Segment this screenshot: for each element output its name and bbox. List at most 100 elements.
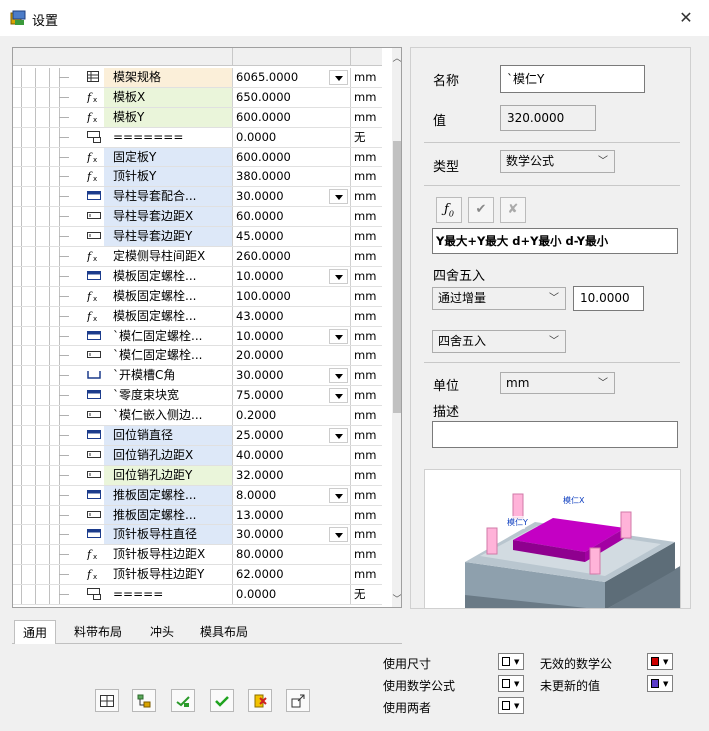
- row-dropdown-button[interactable]: [329, 487, 348, 503]
- table-row[interactable]: 回位销孔边距X 40.0000 mm: [13, 445, 382, 466]
- row-value[interactable]: 260.0000: [232, 247, 350, 266]
- row-value[interactable]: 650.0000: [232, 87, 350, 107]
- tab-strip-layout[interactable]: 料带布局: [66, 620, 130, 644]
- table-row[interactable]: `零度束块宽 75.0000 mm: [13, 386, 382, 407]
- table-row[interactable]: 回位销直径 25.0000 mm: [13, 426, 382, 446]
- row-value[interactable]: 600.0000: [232, 107, 350, 127]
- tree-connector: [13, 266, 71, 286]
- row-value[interactable]: 0.0000: [232, 585, 350, 605]
- row-dropdown-button[interactable]: [329, 368, 348, 384]
- table-row[interactable]: 导柱导套边距Y 45.0000 mm: [13, 227, 382, 248]
- row-value[interactable]: 32.0000: [232, 465, 350, 485]
- close-button[interactable]: ✕: [671, 4, 701, 32]
- unit-label: 单位: [433, 379, 460, 394]
- formula-icon: fx: [86, 547, 102, 562]
- table-row[interactable]: f x 顶针板导柱边距Y 62.0000 mm: [13, 565, 382, 586]
- row-value[interactable]: 43.0000: [232, 306, 350, 326]
- description-input[interactable]: [432, 421, 678, 448]
- row-unit: mm: [350, 565, 382, 585]
- row-dropdown-button[interactable]: [329, 527, 348, 543]
- row-dropdown-button[interactable]: [329, 428, 348, 444]
- tree-connector: [13, 545, 71, 565]
- row-unit: mm: [350, 286, 382, 306]
- tab-punch[interactable]: 冲头: [140, 620, 184, 644]
- row-value[interactable]: 13.0000: [232, 505, 350, 525]
- table-row[interactable]: 模板固定螺栓... 10.0000 mm: [13, 266, 382, 287]
- row-dropdown-button[interactable]: [329, 70, 348, 85]
- table-row[interactable]: ===== 0.0000 无: [13, 585, 382, 606]
- tab-general[interactable]: 通用: [14, 620, 56, 644]
- row-value[interactable]: 380.0000: [232, 167, 350, 187]
- row-value[interactable]: 40.0000: [232, 445, 350, 465]
- color-picker-not-updated[interactable]: ▼: [647, 675, 673, 692]
- table-row[interactable]: f x 顶针板导柱边距X 80.0000 mm: [13, 545, 382, 566]
- vertical-scrollbar[interactable]: ︿ ﹀: [392, 48, 401, 607]
- confirm-formula-button[interactable]: ✔: [468, 197, 494, 223]
- tree-button[interactable]: [132, 689, 156, 712]
- table-row[interactable]: 模架规格 6065.0000 mm: [13, 68, 382, 88]
- color-picker-formula[interactable]: ▼: [498, 675, 524, 692]
- row-value[interactable]: 100.0000: [232, 286, 350, 306]
- link-icon: [176, 696, 190, 707]
- table-row[interactable]: 推板固定螺栓... 8.0000 mm: [13, 485, 382, 506]
- scroll-down-icon[interactable]: ﹀: [392, 592, 401, 605]
- table-row[interactable]: `模仁固定螺栓... 10.0000 mm: [13, 326, 382, 347]
- row-value[interactable]: 600.0000: [232, 147, 350, 167]
- row-dropdown-button[interactable]: [329, 388, 348, 404]
- apply-button[interactable]: [210, 689, 234, 712]
- table-row[interactable]: 推板固定螺栓... 13.0000 mm: [13, 505, 382, 526]
- table-row[interactable]: `模仁嵌入侧边... 0.2000 mm: [13, 406, 382, 427]
- table-row[interactable]: f x 模板Y 600.0000 mm: [13, 107, 382, 128]
- row-name: 模板X: [104, 87, 232, 107]
- clear-formula-button[interactable]: ✘: [500, 197, 526, 223]
- table-row[interactable]: 顶针板导柱直径 30.0000 mm: [13, 525, 382, 546]
- separator-icon: [86, 587, 102, 602]
- row-value[interactable]: 60.0000: [232, 207, 350, 227]
- unit-select[interactable]: mm ﹀: [500, 372, 615, 394]
- rounding-increment-input[interactable]: 10.0000: [573, 286, 644, 311]
- link-button[interactable]: [171, 689, 195, 712]
- row-value[interactable]: 20.0000: [232, 346, 350, 366]
- table-row[interactable]: f x 模板固定螺栓... 43.0000 mm: [13, 306, 382, 327]
- row-dropdown-button[interactable]: [329, 328, 348, 344]
- tree-connector: [13, 187, 71, 207]
- scroll-thumb[interactable]: [393, 141, 401, 413]
- row-value[interactable]: 0.2000: [232, 406, 350, 426]
- export-button[interactable]: [286, 689, 310, 712]
- row-value[interactable]: 45.0000: [232, 227, 350, 247]
- table-row[interactable]: f x 定模侧导柱间距X 260.0000 mm: [13, 247, 382, 267]
- table-row[interactable]: 回位销孔边距Y 32.0000 mm: [13, 465, 382, 486]
- row-dropdown-button[interactable]: [329, 268, 348, 284]
- rounding-mode-select[interactable]: 通过增量 ﹀: [432, 287, 566, 310]
- table-row[interactable]: f x 模板X 650.0000 mm: [13, 87, 382, 108]
- tab-die-layout[interactable]: 模具布局: [192, 620, 256, 644]
- row-dropdown-button[interactable]: [329, 189, 348, 205]
- name-input[interactable]: `模仁Y: [500, 65, 645, 93]
- table-row[interactable]: f x 顶针板Y 380.0000 mm: [13, 167, 382, 188]
- type-select[interactable]: 数学公式 ﹀: [500, 150, 615, 173]
- row-value[interactable]: 62.0000: [232, 565, 350, 585]
- table-row[interactable]: 导柱导套边距X 60.0000 mm: [13, 207, 382, 228]
- table-row[interactable]: f x 模板固定螺栓... 100.0000 mm: [13, 286, 382, 307]
- rounding-label: 四舍五入: [433, 269, 486, 284]
- color-picker-both[interactable]: ▼: [498, 697, 524, 714]
- table-row[interactable]: ======= 0.0000 无: [13, 127, 382, 148]
- delete-button[interactable]: [248, 689, 272, 712]
- table-row[interactable]: `开模槽C角 30.0000 mm: [13, 366, 382, 387]
- mold-3d-illustration: 模仁X 模仁Y: [465, 493, 680, 608]
- table-row[interactable]: f x 固定板Y 600.0000 mm: [13, 147, 382, 168]
- table-row[interactable]: `模仁固定螺栓... 20.0000 mm: [13, 346, 382, 367]
- scroll-up-icon[interactable]: ︿: [392, 51, 401, 64]
- row-value[interactable]: 80.0000: [232, 545, 350, 565]
- color-picker-invalid[interactable]: ▼: [647, 653, 673, 670]
- formula-input[interactable]: Y最大+Y最大 d+Y最小 d-Y最小: [432, 228, 678, 254]
- type-select-value: 数学公式: [506, 154, 555, 168]
- grid-view-button[interactable]: [95, 689, 119, 712]
- row-value[interactable]: 0.0000: [232, 127, 350, 147]
- legend-use-dimension: 使用尺寸: [383, 657, 432, 671]
- table-row[interactable]: 导柱导套配合... 30.0000 mm: [13, 187, 382, 208]
- color-picker-dimension[interactable]: ▼: [498, 653, 524, 670]
- function-button[interactable]: ƒ0: [436, 197, 462, 223]
- rounding-method-select[interactable]: 四舍五入 ﹀: [432, 330, 566, 353]
- rounding-method-value: 四舍五入: [438, 334, 487, 348]
